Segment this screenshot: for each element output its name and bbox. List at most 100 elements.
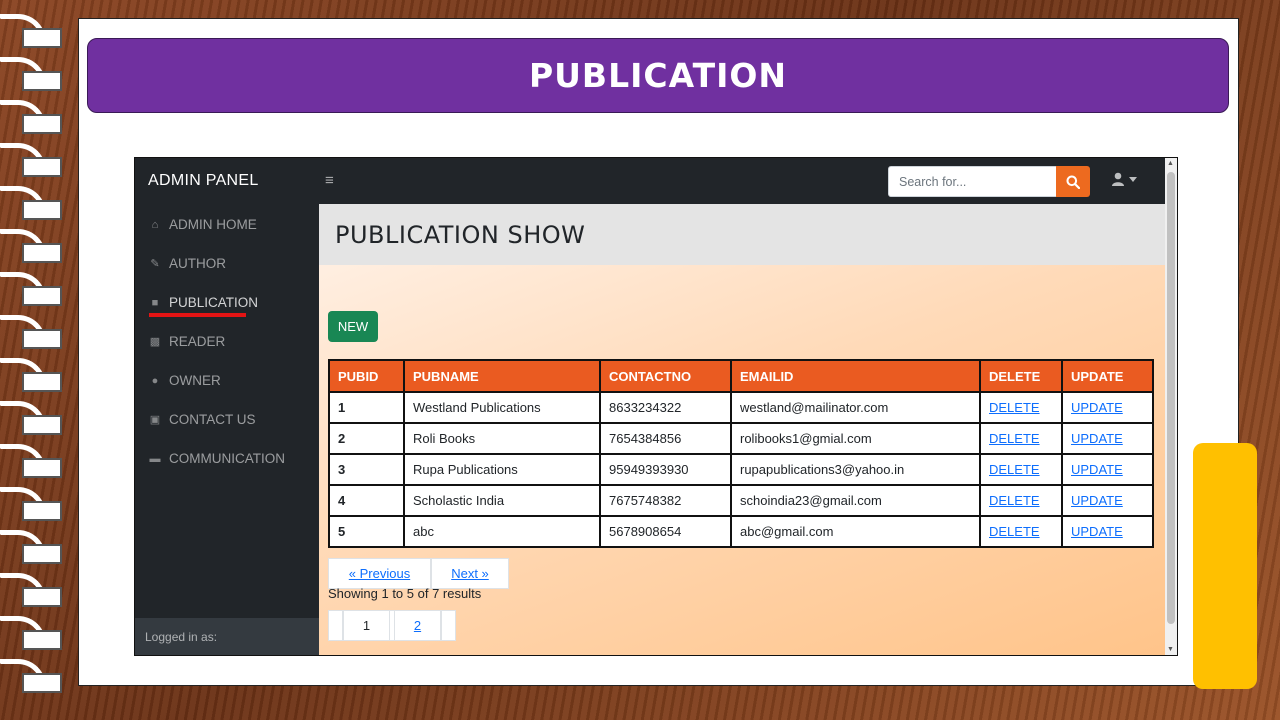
sidebar-item-label: COMMUNICATION [169, 451, 285, 466]
vertical-scrollbar[interactable]: ▲ ▼ [1165, 158, 1177, 655]
update-link[interactable]: UPDATE [1071, 493, 1123, 508]
cell-pubname: Westland Publications [403, 391, 601, 424]
cell-pubid: 5 [328, 515, 405, 548]
delete-link[interactable]: DELETE [989, 431, 1040, 446]
update-link[interactable]: UPDATE [1071, 400, 1123, 415]
home-icon: ⌂ [151, 218, 159, 231]
spiral-ring [0, 659, 66, 699]
sidebar-item-label: PUBLICATION [169, 295, 259, 310]
column-header: PUBID [328, 359, 405, 393]
sidebar-item-communication[interactable]: ▬ COMMUNICATION [135, 439, 319, 478]
table-header-row: PUBID PUBNAME CONTACTNO EMAILID DELETE U… [328, 359, 1154, 393]
scrollbar-thumb[interactable] [1167, 172, 1175, 624]
sidebar-item-reader[interactable]: ▩ READER [135, 322, 319, 361]
spiral-ring [0, 315, 66, 355]
spiral-ring [0, 487, 66, 527]
sidebar-item-author[interactable]: ✎ AUTHOR [135, 244, 319, 283]
ring-tab [22, 71, 62, 91]
delete-link[interactable]: DELETE [989, 524, 1040, 539]
page-number-list: 1 2 [328, 610, 456, 641]
table-row: 1 Westland Publications 8633234322 westl… [328, 391, 1154, 424]
cell-delete: DELETE [979, 391, 1063, 424]
page-title: PUBLICATION SHOW [335, 220, 586, 249]
scroll-up-icon[interactable]: ▲ [1167, 160, 1174, 167]
update-link[interactable]: UPDATE [1071, 524, 1123, 539]
cell-contactno: 7654384856 [599, 422, 732, 455]
cell-delete: DELETE [979, 422, 1063, 455]
cell-pubname: abc [403, 515, 601, 548]
cell-update: UPDATE [1061, 484, 1154, 517]
cell-emailid: westland@mailinator.com [730, 391, 981, 424]
ring-tab [22, 587, 62, 607]
sidebar-item-label: OWNER [169, 373, 221, 388]
user-icon [1112, 172, 1124, 186]
title-banner: PUBLICATION [87, 38, 1229, 113]
chevron-down-icon [1129, 176, 1137, 182]
cell-update: UPDATE [1061, 422, 1154, 455]
ring-tab [22, 458, 62, 478]
delete-link[interactable]: DELETE [989, 400, 1040, 415]
update-link[interactable]: UPDATE [1071, 431, 1123, 446]
sidebar: ADMIN PANEL ⌂ ADMIN HOME ✎ AUTHOR ■ PUBL… [135, 158, 319, 655]
spiral-binding [0, 14, 70, 704]
ring-tab [22, 200, 62, 220]
cell-emailid: rupapublications3@yahoo.in [730, 453, 981, 486]
search-input[interactable] [888, 166, 1057, 197]
sidebar-item-owner[interactable]: ● OWNER [135, 361, 319, 400]
delete-link[interactable]: DELETE [989, 493, 1040, 508]
table-row: 5 abc 5678908654 abc@gmail.com DELETE UP… [328, 515, 1154, 548]
sidebar-item-label: CONTACT US [169, 412, 256, 427]
sidebar-item-publication[interactable]: ■ PUBLICATION [135, 283, 319, 322]
column-header: UPDATE [1061, 359, 1154, 393]
sidebar-nav: ⌂ ADMIN HOME ✎ AUTHOR ■ PUBLICATION ▩ RE… [135, 204, 319, 478]
search-button[interactable] [1056, 166, 1090, 197]
cell-pubname: Scholastic India [403, 484, 601, 517]
delete-link[interactable]: DELETE [989, 462, 1040, 477]
sidebar-item-contact-us[interactable]: ▣ CONTACT US [135, 400, 319, 439]
ring-tab [22, 630, 62, 650]
spiral-ring [0, 573, 66, 613]
column-header: DELETE [979, 359, 1063, 393]
main-content: PUBLICATION SHOW NEW PUBID PUBNAME CONTA… [319, 204, 1165, 655]
page-number-current: 1 [343, 610, 390, 641]
ring-tab [22, 329, 62, 349]
next-page-link[interactable]: Next » [431, 558, 509, 589]
new-button[interactable]: NEW [328, 311, 378, 342]
page-number-link[interactable]: 2 [394, 610, 441, 641]
previous-page-link[interactable]: « Previous [328, 558, 431, 589]
update-link[interactable]: UPDATE [1071, 462, 1123, 477]
cell-delete: DELETE [979, 453, 1063, 486]
ring-tab [22, 243, 62, 263]
cell-emailid: rolibooks1@gmial.com [730, 422, 981, 455]
ring-tab [22, 673, 62, 693]
cell-pubname: Rupa Publications [403, 453, 601, 486]
cell-contactno: 8633234322 [599, 391, 732, 424]
spiral-ring [0, 272, 66, 312]
column-header: EMAILID [730, 359, 981, 393]
spiral-ring [0, 616, 66, 656]
scroll-down-icon[interactable]: ▼ [1167, 646, 1174, 653]
side-card [1193, 443, 1257, 689]
sidebar-footer: Logged in as: [135, 618, 319, 655]
menu-toggle-icon[interactable]: ≡ [325, 172, 334, 189]
publication-table: PUBID PUBNAME CONTACTNO EMAILID DELETE U… [328, 359, 1154, 548]
cell-emailid: schoindia23@gmail.com [730, 484, 981, 517]
cell-pubid: 3 [328, 453, 405, 486]
cell-pubid: 1 [328, 391, 405, 424]
cell-update: UPDATE [1061, 391, 1154, 424]
page-next-disabled [441, 610, 456, 641]
cell-delete: DELETE [979, 484, 1063, 517]
results-summary: Showing 1 to 5 of 7 results [328, 586, 482, 601]
cell-pubid: 4 [328, 484, 405, 517]
brand-title[interactable]: ADMIN PANEL [135, 158, 319, 204]
user-menu[interactable] [1111, 172, 1137, 186]
column-header: PUBNAME [403, 359, 601, 393]
cell-pubname: Roli Books [403, 422, 601, 455]
sidebar-item-label: READER [169, 334, 226, 349]
cell-contactno: 5678908654 [599, 515, 732, 548]
sidebar-item-admin-home[interactable]: ⌂ ADMIN HOME [135, 205, 319, 244]
slide-title: PUBLICATION [528, 56, 788, 95]
ring-tab [22, 372, 62, 392]
cell-update: UPDATE [1061, 515, 1154, 548]
column-header: CONTACTNO [599, 359, 732, 393]
